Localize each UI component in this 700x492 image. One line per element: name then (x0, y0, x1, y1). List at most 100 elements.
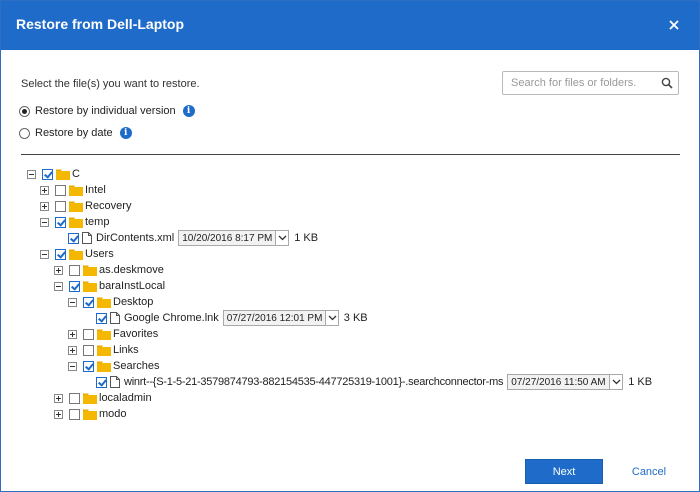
folder-icon (97, 345, 111, 356)
checkbox[interactable] (83, 328, 94, 340)
version-select[interactable]: 07/27/2016 12:01 PM (222, 310, 339, 326)
version-value: 07/27/2016 11:50 AM (511, 376, 606, 388)
tree-node-users[interactable]: Users (40, 246, 114, 262)
folder-icon (97, 329, 111, 340)
checkbox[interactable] (68, 232, 79, 244)
expand-toggle[interactable] (68, 345, 77, 355)
folder-icon (83, 409, 97, 420)
folder-icon (69, 249, 83, 260)
tree-node-favorites[interactable]: Favorites (68, 326, 158, 342)
version-select[interactable]: 10/20/2016 8:17 PM (178, 230, 290, 246)
checkbox[interactable] (96, 312, 107, 324)
restore-by-date-radio[interactable] (19, 127, 30, 139)
tree-node-label: Recovery (85, 200, 132, 212)
chevron-down-icon[interactable] (609, 375, 623, 389)
checkbox[interactable] (55, 216, 66, 228)
checkbox[interactable] (83, 360, 94, 372)
tree-node-recovery[interactable]: Recovery (40, 198, 131, 214)
checkbox[interactable] (69, 280, 80, 292)
expand-toggle[interactable] (40, 201, 49, 211)
tree-node-desktop[interactable]: Desktop (68, 294, 153, 310)
tree-node-modo[interactable]: modo (54, 406, 127, 422)
file-icon (110, 312, 120, 324)
folder-icon (97, 297, 111, 308)
dialog-title: Restore from Dell-Laptop (16, 16, 185, 32)
checkbox[interactable] (55, 200, 66, 212)
folder-icon (56, 169, 70, 180)
tree-node-barainstlocal[interactable]: baraInstLocal (54, 278, 165, 294)
tree-node-label: C (72, 168, 80, 180)
folder-icon (83, 265, 97, 276)
cancel-button[interactable]: Cancel (625, 463, 673, 481)
file-label: Google Chrome.lnk (124, 312, 219, 324)
checkbox[interactable] (42, 168, 53, 180)
tree-node-asdeskmove[interactable]: as.deskmove (54, 262, 164, 278)
search-input[interactable] (503, 72, 653, 94)
info-icon[interactable]: i (182, 105, 195, 117)
tree-node-localadmin[interactable]: localadmin (54, 390, 152, 406)
next-button[interactable]: Next (525, 459, 603, 484)
checkbox[interactable] (69, 392, 80, 404)
restore-dialog: Restore from Dell-Laptop Select the file… (0, 0, 700, 492)
folder-icon (69, 217, 83, 228)
tree-node-links[interactable]: Links (68, 342, 139, 358)
checkbox[interactable] (83, 344, 94, 356)
file-size: 1 KB (628, 376, 653, 388)
file-icon (82, 232, 92, 244)
info-icon[interactable]: i (119, 127, 132, 139)
close-icon[interactable] (665, 16, 683, 34)
folder-icon (69, 201, 83, 212)
chevron-down-icon[interactable] (324, 311, 338, 325)
tree-file-dircontents[interactable]: DirContents.xml 10/20/2016 8:17 PM 1 KB (68, 230, 318, 246)
restore-by-version-option[interactable]: Restore by individual version i (19, 103, 195, 119)
checkbox[interactable] (69, 408, 80, 420)
collapse-toggle[interactable] (40, 217, 49, 227)
expand-toggle[interactable] (54, 393, 63, 403)
tree-file-winrt[interactable]: winrt--{S-1-5-21-3579874793-882154535-44… (96, 374, 652, 390)
expand-toggle[interactable] (54, 409, 63, 419)
tree-node-label: Desktop (113, 296, 154, 308)
tree-node-intel[interactable]: Intel (40, 182, 106, 198)
search-icon[interactable] (661, 77, 673, 89)
tree-node-label: localadmin (99, 392, 152, 404)
restore-by-date-option[interactable]: Restore by date i (19, 125, 132, 141)
collapse-toggle[interactable] (68, 361, 77, 371)
collapse-toggle[interactable] (27, 169, 36, 179)
collapse-toggle[interactable] (68, 297, 77, 307)
title-bar: Restore from Dell-Laptop (1, 1, 699, 50)
version-select[interactable]: 07/27/2016 11:50 AM (507, 374, 624, 390)
tree-node-temp[interactable]: temp (40, 214, 109, 230)
version-value: 07/27/2016 12:01 PM (226, 312, 323, 324)
collapse-toggle[interactable] (54, 281, 63, 291)
file-icon (110, 376, 120, 388)
search-box[interactable] (502, 71, 679, 95)
restore-by-version-label: Restore by individual version (35, 105, 176, 117)
checkbox[interactable] (69, 264, 80, 276)
restore-by-date-label: Restore by date (35, 127, 113, 139)
tree-node-label: baraInstLocal (99, 280, 166, 292)
tree-file-chrome[interactable]: Google Chrome.lnk 07/27/2016 12:01 PM 3 … (96, 310, 368, 326)
checkbox[interactable] (83, 296, 94, 308)
tree-node-label: Intel (85, 184, 106, 196)
tree-node-label: modo (99, 408, 127, 420)
collapse-toggle[interactable] (40, 249, 49, 259)
folder-icon (69, 185, 83, 196)
checkbox[interactable] (96, 376, 107, 388)
divider (21, 154, 680, 155)
expand-toggle[interactable] (54, 265, 63, 275)
folder-icon (97, 361, 111, 372)
instructions-text: Select the file(s) you want to restore. (21, 78, 200, 90)
tree-node-label: Searches (113, 360, 160, 372)
tree-node-label: Users (85, 248, 114, 260)
file-label: DirContents.xml (96, 232, 175, 244)
checkbox[interactable] (55, 184, 66, 196)
chevron-down-icon[interactable] (275, 231, 289, 245)
tree-node-c[interactable]: C (27, 166, 80, 182)
tree-node-label: as.deskmove (99, 264, 164, 276)
restore-by-version-radio[interactable] (19, 105, 30, 117)
expand-toggle[interactable] (68, 329, 77, 339)
tree-node-label: Links (113, 344, 139, 356)
tree-node-searches[interactable]: Searches (68, 358, 159, 374)
checkbox[interactable] (55, 248, 66, 260)
expand-toggle[interactable] (40, 185, 49, 195)
